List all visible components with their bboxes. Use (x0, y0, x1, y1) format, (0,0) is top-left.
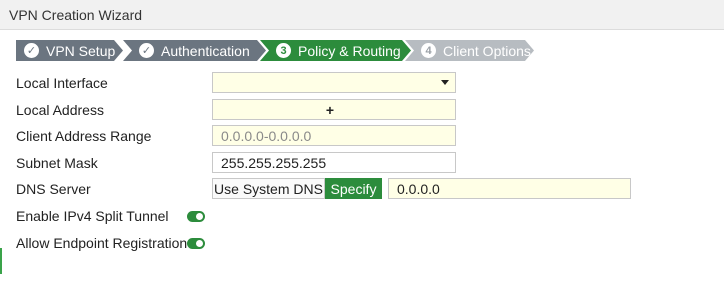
step-label: Client Options (443, 42, 531, 59)
wizard-title-bar: VPN Creation Wizard (0, 0, 724, 30)
plus-icon[interactable]: + (213, 102, 447, 118)
use-system-dns-button[interactable]: Use System DNS (212, 178, 325, 199)
client-address-range-input[interactable]: 0.0.0.0-0.0.0.0 (212, 125, 456, 146)
client-address-range-placeholder: 0.0.0.0-0.0.0.0 (221, 127, 312, 144)
step-authentication[interactable]: ✓ Authentication (123, 40, 266, 61)
check-icon: ✓ (139, 43, 154, 58)
split-tunnel-toggle[interactable] (187, 211, 205, 222)
step-number-icon: 3 (276, 43, 291, 58)
chevron-down-icon (441, 80, 449, 85)
client-address-range-label: Client Address Range (16, 128, 152, 144)
specify-dns-button[interactable]: Specify (325, 178, 382, 199)
step-label: Policy & Routing (298, 42, 401, 59)
subnet-mask-value: 255.255.255.255 (221, 154, 327, 171)
split-tunnel-label: Enable IPv4 Split Tunnel (16, 208, 169, 224)
step-label: VPN Setup (46, 42, 116, 59)
step-vpn-setup[interactable]: ✓ VPN Setup (16, 40, 123, 61)
toggle-knob (196, 240, 203, 247)
dns-server-ip-value: 0.0.0.0 (397, 180, 440, 197)
step-policy-routing[interactable]: 3 Policy & Routing (260, 40, 411, 61)
endpoint-registration-label: Allow Endpoint Registration (16, 235, 188, 251)
local-address-label: Local Address (16, 102, 104, 118)
step-client-options[interactable]: 4 Client Options (405, 40, 534, 61)
step-number-icon: 4 (421, 43, 436, 58)
subnet-mask-input[interactable]: 255.255.255.255 (212, 152, 456, 173)
local-address-field[interactable]: + (212, 99, 456, 120)
subnet-mask-label: Subnet Mask (16, 155, 98, 171)
local-interface-label: Local Interface (16, 75, 108, 91)
local-interface-select[interactable] (212, 72, 456, 93)
window-title: VPN Creation Wizard (9, 7, 143, 23)
dns-server-ip-input[interactable]: 0.0.0.0 (388, 178, 631, 199)
left-accent-bar (0, 248, 2, 274)
toggle-knob (196, 213, 203, 220)
check-icon: ✓ (24, 43, 39, 58)
dns-server-label: DNS Server (16, 181, 91, 197)
endpoint-registration-toggle[interactable] (187, 238, 205, 249)
step-label: Authentication (161, 42, 250, 59)
